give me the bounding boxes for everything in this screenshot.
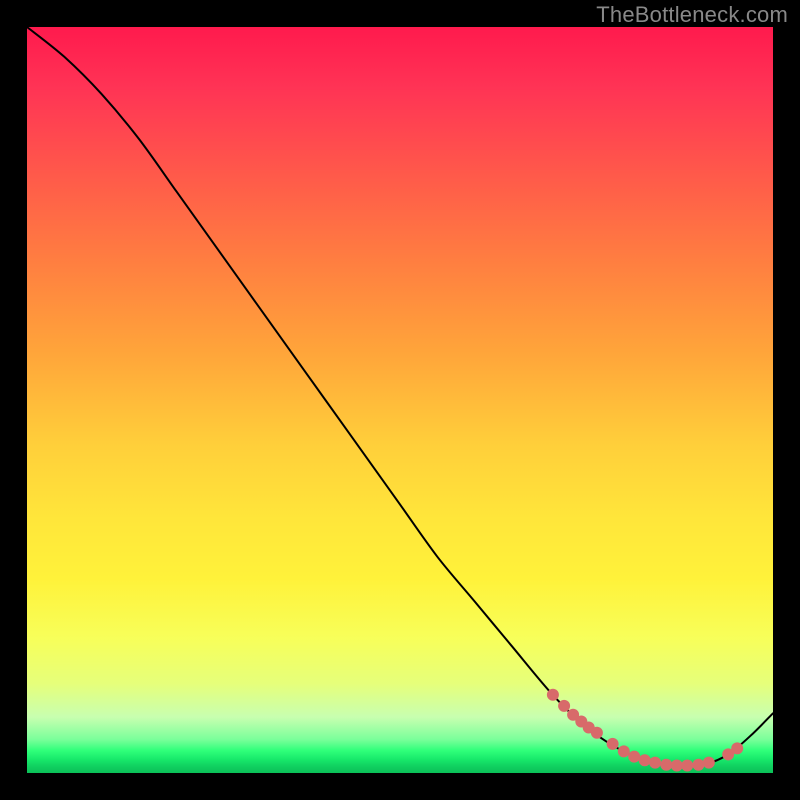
bottleneck-curve xyxy=(27,27,773,766)
data-point xyxy=(591,727,603,739)
data-point xyxy=(639,754,651,766)
data-point xyxy=(607,738,619,750)
data-point xyxy=(681,760,693,772)
data-points-group xyxy=(547,689,743,772)
data-point xyxy=(618,745,630,757)
data-point xyxy=(558,700,570,712)
data-point xyxy=(649,757,661,769)
data-point xyxy=(692,759,704,771)
data-point xyxy=(703,757,715,769)
watermark-label: TheBottleneck.com xyxy=(596,2,788,28)
chart-frame: TheBottleneck.com xyxy=(0,0,800,800)
data-point xyxy=(547,689,559,701)
data-point xyxy=(731,742,743,754)
plot-area xyxy=(27,27,773,773)
curve-layer xyxy=(27,27,773,773)
data-point xyxy=(660,759,672,771)
data-point xyxy=(671,760,683,772)
data-point xyxy=(628,751,640,763)
